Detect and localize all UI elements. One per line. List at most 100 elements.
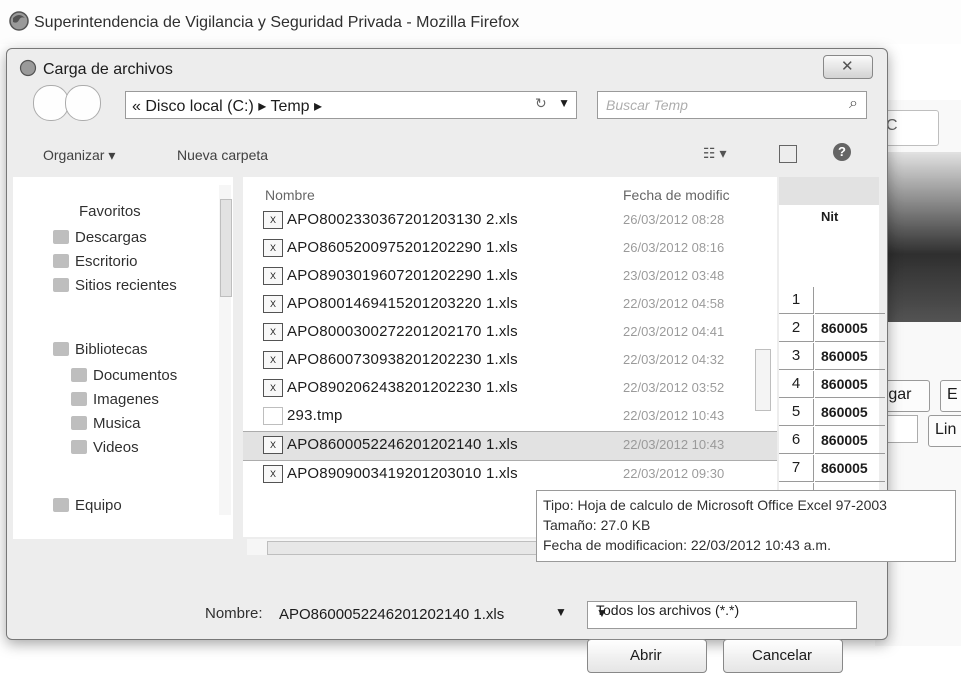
nav-computer[interactable]: Equipo — [53, 497, 122, 514]
sheet-row-number: 2 — [779, 315, 814, 342]
excel-file-icon: X — [263, 239, 283, 257]
file-info-tooltip: Tipo: Hoja de calculo de Microsoft Offic… — [536, 490, 956, 562]
sheet-cell: 860005 — [815, 455, 885, 482]
dialog-title: Carga de archivos — [19, 59, 173, 79]
nav-scrollbar-thumb[interactable] — [220, 199, 232, 297]
excel-file-icon: X — [263, 267, 283, 285]
background-e-button[interactable]: E — [940, 380, 961, 412]
file-row[interactable]: X APO8909003419201203010 1.xls 22/03/2012 … — [243, 461, 777, 489]
sheet-cell: 860005 — [815, 315, 885, 342]
browser-title-bar: Superintendencia de Vigilancia y Segurid… — [0, 0, 961, 44]
nav-libraries[interactable]: Bibliotecas — [53, 341, 148, 358]
file-row-selected[interactable]: X APO8600052246201202140 1.xls 22/03/2012 … — [243, 431, 777, 461]
file-row[interactable]: X APO8902062438201202230 1.xls 22/03/2012 … — [243, 375, 777, 403]
nav-item-images[interactable]: Imagenes — [71, 391, 159, 408]
close-button[interactable]: ✕ — [823, 55, 873, 79]
search-icon[interactable]: ⌕ — [849, 95, 858, 113]
forward-button[interactable] — [65, 85, 101, 121]
file-row[interactable]: 293.tmp 22/03/2012 10:43 — [243, 403, 777, 431]
tooltip-modified: Fecha de modificacion: 22/03/2012 10:43 … — [543, 537, 831, 553]
desktop-icon — [53, 254, 69, 268]
file-list-header: Nombre Fecha de modific — [243, 187, 777, 209]
file-row[interactable]: X APO8605200975201202290 1.xls 26/03/2012 … — [243, 235, 777, 263]
file-row[interactable]: X APO8002330367201203130 2.xls 26/03/2012 … — [243, 207, 777, 235]
breadcrumb[interactable]: « Disco local (C:) ▸ Temp ▸ — [132, 96, 322, 116]
filename-input[interactable] — [277, 601, 571, 627]
preview-pane-icon[interactable] — [779, 145, 797, 163]
nav-item-music[interactable]: Musica — [71, 415, 141, 432]
filetype-select[interactable]: Todos los archivos (*.*) ▼ — [587, 601, 857, 629]
organize-menu[interactable]: Organizar ▾ — [43, 147, 115, 164]
sheet-row-number: 4 — [779, 371, 814, 398]
download-icon — [53, 230, 69, 244]
file-row[interactable]: X APO8000300272201202170 1.xls 22/03/2012 … — [243, 319, 777, 347]
file-row[interactable]: X APO8600730938201202230 1.xls 22/03/2012 … — [243, 347, 777, 375]
excel-file-icon: X — [263, 379, 283, 397]
address-bar[interactable]: « Disco local (C:) ▸ Temp ▸ ▼ — [125, 91, 577, 119]
browser-window-title: Superintendencia de Vigilancia y Segurid… — [34, 14, 520, 31]
help-icon[interactable]: ? — [833, 143, 851, 161]
libraries-icon — [53, 342, 69, 356]
file-list: Nombre Fecha de modific X APO800233036720… — [243, 177, 777, 537]
open-button[interactable]: Abrir — [587, 639, 707, 673]
sheet-row-number: 7 — [779, 455, 814, 482]
file-list-scrollbar[interactable] — [755, 349, 771, 411]
sheet-row-number: 1 — [779, 287, 814, 314]
sheet-header-row — [779, 177, 879, 205]
nav-item-desktop[interactable]: Escritorio — [53, 253, 138, 270]
sheet-cell: 860005 — [815, 343, 885, 370]
background-clear-button[interactable]: Lin — [928, 415, 961, 447]
recent-places-icon — [53, 278, 69, 292]
nav-scrollbar[interactable] — [219, 185, 232, 515]
new-folder-button[interactable]: Nueva carpeta — [177, 147, 268, 163]
search-placeholder: Buscar Temp — [606, 97, 688, 113]
sheet-cell — [815, 287, 885, 314]
sheet-cell: 860005 — [815, 399, 885, 426]
excel-file-icon: X — [263, 211, 283, 229]
excel-file-icon: X — [263, 465, 283, 483]
documents-icon — [71, 368, 87, 382]
view-options-icon[interactable]: ☷ ▾ — [703, 145, 726, 162]
sheet-cell: 860005 — [815, 427, 885, 454]
file-row[interactable]: X APO8001469415201203220 1.xls 22/03/2012 … — [243, 291, 777, 319]
cancel-button[interactable]: Cancelar — [723, 639, 843, 673]
close-icon: ✕ — [841, 58, 854, 75]
nav-item-recent-places[interactable]: Sitios recientes — [53, 277, 177, 294]
back-button[interactable] — [33, 85, 69, 121]
videos-icon — [71, 440, 87, 454]
dialog-toolbar: Organizar ▾ Nueva carpeta ☷ ▾ ? — [7, 137, 885, 171]
chevron-down-icon: ▼ — [596, 606, 608, 620]
excel-file-icon: X — [263, 323, 283, 341]
tooltip-size: Tamaño: 27.0 KB — [543, 517, 651, 533]
nav-item-documents[interactable]: Documentos — [71, 367, 177, 384]
chevron-down-icon[interactable]: ▼ — [558, 96, 570, 110]
firefox-icon — [19, 59, 37, 77]
sheet-cell: 860005 — [815, 371, 885, 398]
music-icon — [71, 416, 87, 430]
excel-file-icon: X — [263, 295, 283, 313]
browser-reload-button[interactable]: C — [879, 110, 939, 146]
chevron-down-icon[interactable]: ▼ — [555, 605, 567, 619]
search-input[interactable]: Buscar Temp ⌕ — [597, 91, 867, 119]
background-spreadsheet: Nit 1 2 860005 3 860005 4 860005 5 86000… — [779, 177, 885, 537]
nav-item-videos[interactable]: Videos — [71, 439, 139, 456]
nav-favorites[interactable]: Favoritos — [79, 203, 141, 220]
tooltip-type: Tipo: Hoja de calculo de Microsoft Offic… — [543, 497, 887, 513]
sheet-row-number: 6 — [779, 427, 814, 454]
navigation-pane: Favoritos Descargas Escritorio Sitios re… — [13, 177, 233, 539]
firefox-icon — [9, 11, 29, 31]
computer-icon — [53, 498, 69, 512]
sheet-row-number: 5 — [779, 399, 814, 426]
excel-file-icon: X — [263, 436, 283, 454]
column-header-date[interactable]: Fecha de modific — [623, 187, 730, 203]
column-header-name[interactable]: Nombre — [265, 187, 315, 203]
file-row[interactable]: X APO8903019607201202290 1.xls 23/03/2012 … — [243, 263, 777, 291]
nav-item-downloads[interactable]: Descargas — [53, 229, 147, 246]
blank-file-icon — [263, 407, 283, 425]
refresh-icon[interactable]: ↻ — [535, 95, 547, 112]
sheet-column-label: Nit — [821, 209, 839, 224]
excel-file-icon: X — [263, 351, 283, 369]
filename-label: Nombre: — [205, 605, 263, 622]
images-icon — [71, 392, 87, 406]
sheet-row-number: 3 — [779, 343, 814, 370]
